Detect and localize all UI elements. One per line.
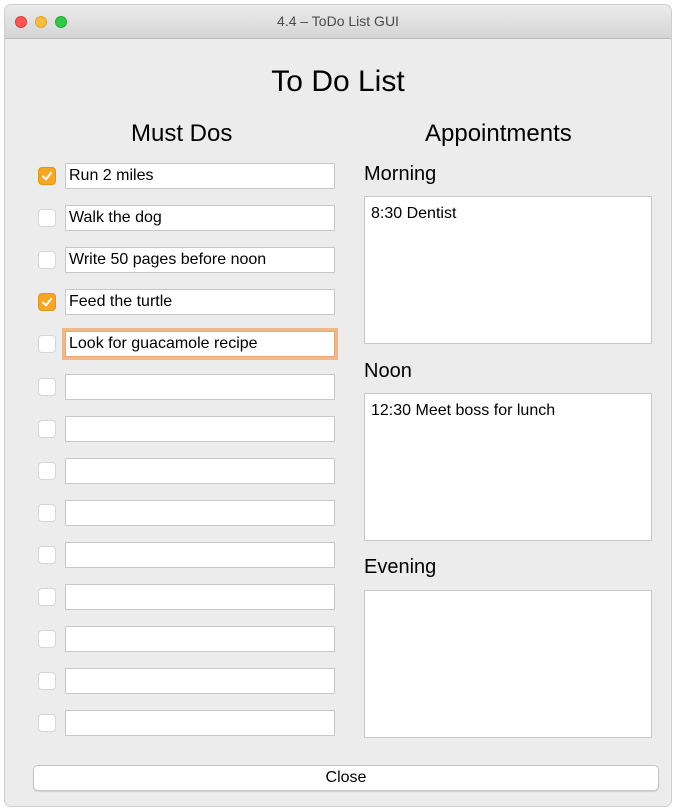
todo-checkbox[interactable] (38, 251, 56, 269)
todo-text-input[interactable] (65, 247, 335, 273)
todo-text-input[interactable] (65, 458, 335, 484)
todo-checkbox[interactable] (38, 167, 56, 185)
todo-text-input[interactable] (65, 500, 335, 526)
todo-text-input[interactable] (65, 205, 335, 231)
todo-checkbox[interactable] (38, 714, 56, 732)
todo-checkbox[interactable] (38, 588, 56, 606)
must-dos-heading: Must Dos (131, 120, 233, 147)
close-button[interactable]: Close (33, 765, 659, 791)
todo-checkbox[interactable] (38, 209, 56, 227)
title-bar: 4.4 – ToDo List GUI (5, 5, 671, 39)
checkmark-icon (42, 172, 52, 181)
morning-label: Morning (364, 163, 437, 185)
checkmark-icon (42, 298, 52, 307)
todo-text-input[interactable] (65, 374, 335, 400)
window-title: 4.4 – ToDo List GUI (277, 13, 399, 29)
todo-text-input[interactable] (65, 710, 335, 736)
todo-checkbox[interactable] (38, 630, 56, 648)
page-title: To Do List (271, 65, 405, 98)
todo-checkbox[interactable] (38, 293, 56, 311)
todo-text-input[interactable] (65, 584, 335, 610)
todo-checkbox[interactable] (38, 378, 56, 396)
todo-checkbox[interactable] (38, 420, 56, 438)
todo-checkbox[interactable] (38, 546, 56, 564)
todo-checkbox[interactable] (38, 504, 56, 522)
todo-text-input[interactable] (65, 626, 335, 652)
noon-label: Noon (364, 360, 412, 382)
todo-text-input[interactable] (65, 289, 335, 315)
evening-label: Evening (364, 556, 437, 578)
morning-textarea[interactable]: 8:30 Dentist (364, 196, 652, 344)
todo-text-input[interactable] (65, 416, 335, 442)
appointments-heading: Appointments (425, 120, 572, 147)
todo-checkbox[interactable] (38, 462, 56, 480)
todo-text-input[interactable] (65, 668, 335, 694)
evening-textarea[interactable] (364, 590, 652, 738)
todo-text-input[interactable] (65, 163, 335, 189)
todo-checkbox[interactable] (38, 335, 56, 353)
todo-text-input[interactable] (65, 542, 335, 568)
noon-textarea[interactable]: 12:30 Meet boss for lunch (364, 393, 652, 541)
todo-checkbox[interactable] (38, 672, 56, 690)
todo-text-input[interactable] (65, 331, 335, 357)
